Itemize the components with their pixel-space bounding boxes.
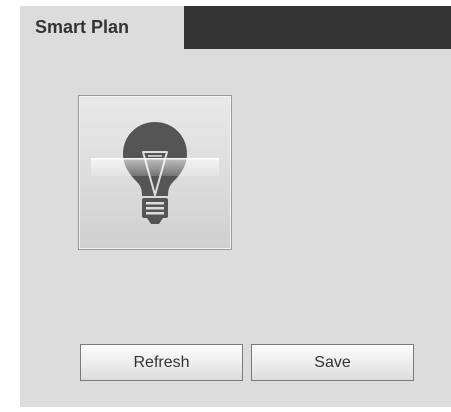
save-button[interactable]: Save bbox=[251, 344, 414, 381]
refresh-button[interactable]: Refresh bbox=[80, 344, 243, 381]
tab-bar: Smart Plan bbox=[20, 6, 451, 49]
smart-plan-tile[interactable] bbox=[78, 95, 232, 250]
tab-smart-plan-label: Smart Plan bbox=[35, 17, 130, 37]
lightbulb-icon bbox=[91, 122, 219, 224]
smart-plan-panel: Smart Plan Refresh Save bbox=[20, 6, 451, 407]
tab-smart-plan[interactable]: Smart Plan bbox=[20, 6, 184, 49]
